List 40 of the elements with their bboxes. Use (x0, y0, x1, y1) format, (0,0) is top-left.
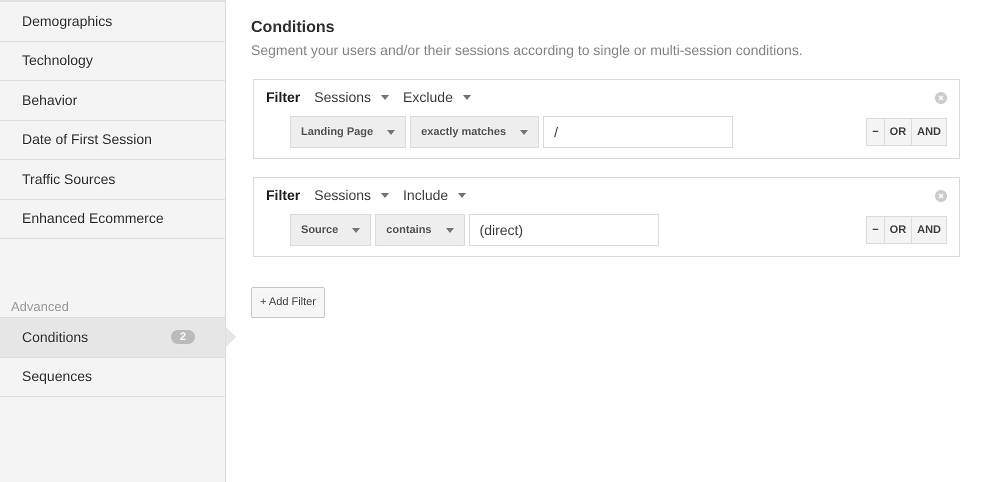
filter-label: Filter (266, 186, 300, 205)
caret-icon (387, 130, 396, 134)
dropdown[interactable]: Include (403, 185, 466, 206)
caret-icon (381, 95, 390, 100)
page-title: Conditions (251, 18, 336, 38)
sidebar-item[interactable]: Sequences (0, 358, 225, 397)
value-field[interactable]: / (543, 116, 734, 148)
caret-icon (458, 193, 466, 198)
sidebar-item[interactable]: Traffic Sources (0, 160, 225, 200)
value-field[interactable]: (direct) (468, 214, 659, 246)
logic-button[interactable]: AND (911, 216, 947, 244)
dropdown[interactable]: Source (290, 214, 372, 246)
dropdown[interactable]: Sessions (314, 185, 390, 206)
caret-icon (462, 95, 471, 100)
section-label: Advanced (11, 298, 69, 316)
logic-button[interactable]: AND (911, 118, 947, 146)
sidebar-item[interactable]: Behavior (0, 81, 225, 120)
sidebar-item[interactable]: Date of First Session (0, 120, 225, 160)
page-subtitle: Segment your users and/or their sessions according to single or multi-session conditions. (251, 41, 804, 60)
logic-button[interactable]: OR (884, 216, 912, 244)
count-badge: 2 (170, 330, 195, 344)
sidebar-item[interactable]: Demographics (0, 2, 225, 42)
caret-icon (381, 193, 390, 198)
close-icon[interactable] (935, 190, 947, 202)
logic-button[interactable]: OR (884, 118, 912, 146)
sidebar-item[interactable]: Technology (0, 42, 225, 81)
dropdown[interactable]: Exclude (403, 87, 471, 108)
caret-icon (352, 228, 360, 232)
caret-icon (446, 228, 454, 232)
sidebar-item[interactable]: Enhanced Ecommerce (0, 200, 225, 239)
dropdown[interactable]: exactly matches (410, 116, 540, 148)
add-filter-button[interactable]: + Add Filter (251, 287, 325, 318)
filter-label: Filter (266, 88, 300, 107)
dropdown[interactable]: contains (375, 214, 465, 246)
logic-button[interactable]: − (866, 216, 885, 244)
dropdown[interactable]: Sessions (314, 87, 390, 108)
dropdown[interactable]: Landing Page (290, 116, 406, 148)
close-icon[interactable] (935, 92, 947, 104)
logic-button[interactable]: − (866, 118, 885, 146)
caret-icon (520, 130, 528, 134)
